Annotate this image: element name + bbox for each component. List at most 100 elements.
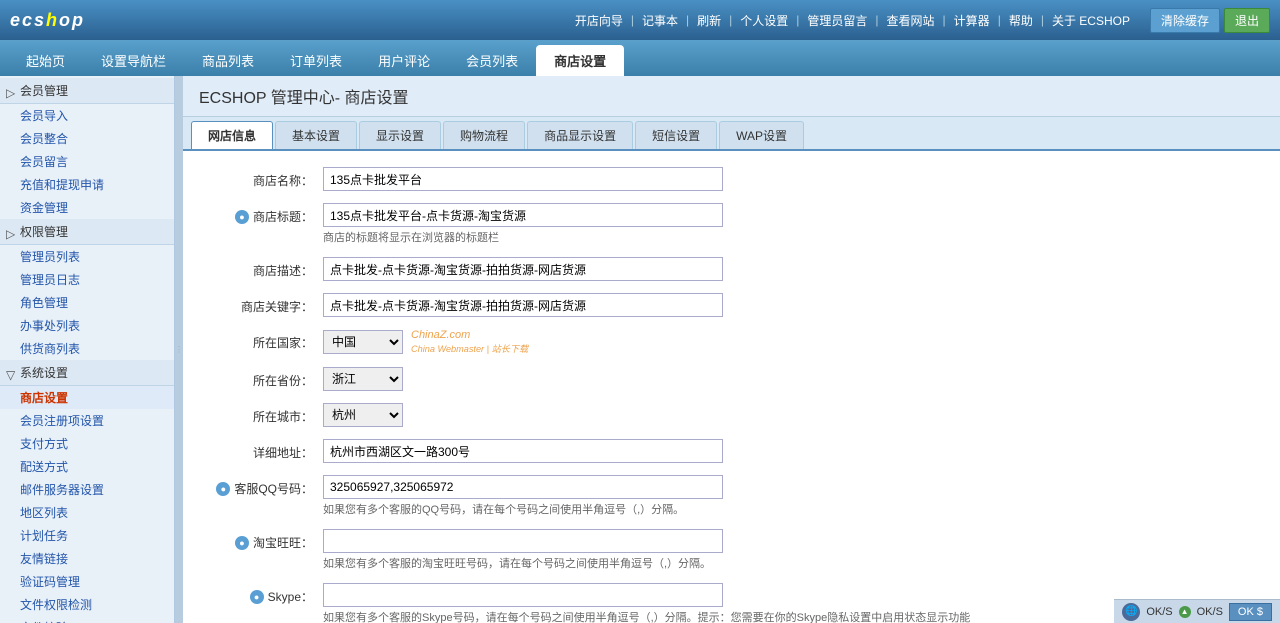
sidebar-item-fund-mgmt[interactable]: 资金管理 <box>0 196 174 219</box>
sub-tab-sms-settings[interactable]: 短信设置 <box>635 121 717 149</box>
input-shop-desc[interactable] <box>323 257 723 281</box>
form-row-shop-desc: 商店描述： <box>203 257 1260 281</box>
input-skype[interactable] <box>323 583 723 607</box>
sidebar-item-file-verify[interactable]: 文件校验 <box>0 616 174 623</box>
select-country[interactable]: 中国 <box>323 330 403 354</box>
sidebar-group-permission-mgmt[interactable]: ▷ 权限管理 <box>0 219 174 245</box>
form-row-shop-name: 商店名称： <box>203 167 1260 191</box>
sidebar-item-member-import[interactable]: 会员导入 <box>0 104 174 127</box>
label-shop-title: ● 商店标题： <box>203 203 323 225</box>
nav-tab-product-list[interactable]: 商品列表 <box>184 45 272 76</box>
sub-tab-shopping-flow[interactable]: 购物流程 <box>443 121 525 149</box>
sub-tab-shop-info[interactable]: 网店信息 <box>191 121 273 149</box>
hint-qq: 如果您有多个客服的QQ号码，请在每个号码之间使用半角逗号（,）分隔。 <box>323 501 723 517</box>
sidebar-group-member-mgmt[interactable]: ▷ 会员管理 <box>0 78 174 104</box>
content-header: ECSHOP 管理中心- 商店设置 <box>183 76 1280 117</box>
sidebar-item-role-mgmt[interactable]: 角色管理 <box>0 291 174 314</box>
sub-tab-product-display[interactable]: 商品显示设置 <box>527 121 633 149</box>
sidebar-item-captcha-mgmt[interactable]: 验证码管理 <box>0 570 174 593</box>
link-view-shop[interactable]: 查看网站 <box>883 10 939 31</box>
sub-tabs: 网店信息 基本设置 显示设置 购物流程 商品显示设置 短信设置 WAP设置 <box>183 117 1280 151</box>
label-city: 所在城市： <box>203 403 323 425</box>
form-row-shop-title: ● 商店标题： 商店的标题将显示在浏览器的标题栏 <box>203 203 1260 245</box>
sidebar-item-file-permission[interactable]: 文件权限检测 <box>0 593 174 616</box>
sidebar-item-office-list[interactable]: 办事处列表 <box>0 314 174 337</box>
label-country: 所在国家： <box>203 329 323 351</box>
link-personal-settings[interactable]: 个人设置 <box>736 10 792 31</box>
input-wangwang[interactable] <box>323 529 723 553</box>
form-row-wangwang: ● 淘宝旺旺： 如果您有多个客服的淘宝旺旺号码，请在每个号码之间使用半角逗号（,… <box>203 529 1260 571</box>
sidebar-item-member-messages[interactable]: 会员留言 <box>0 150 174 173</box>
sidebar-item-shop-settings[interactable]: 商店设置 <box>0 386 174 409</box>
nav-tab-order-list[interactable]: 订单列表 <box>272 45 360 76</box>
label-skype: ● Skype： <box>203 583 323 605</box>
content-area: ECSHOP 管理中心- 商店设置 网店信息 基本设置 显示设置 购物流程 商品… <box>183 76 1280 623</box>
top-links: 开店向导 | 记事本 | 刷新 | 个人设置 | 管理员留言 | 查看网站 | … <box>571 8 1270 33</box>
form-row-country: 所在国家： 中国 ChinaZ.comChina Webmaster | 站长下… <box>203 329 1260 355</box>
label-qq: ● 客服QQ号码： <box>203 475 323 497</box>
globe-icon: 🌐 <box>1122 603 1140 621</box>
nav-tab-members[interactable]: 会员列表 <box>448 45 536 76</box>
sub-tab-wap-settings[interactable]: WAP设置 <box>719 121 804 149</box>
sidebar-item-region-list[interactable]: 地区列表 <box>0 501 174 524</box>
up-arrow-icon: ▲ <box>1179 606 1191 618</box>
main-nav: 起始页 设置导航栏 商品列表 订单列表 用户评论 会员列表 商店设置 <box>0 40 1280 76</box>
form-row-qq: ● 客服QQ号码： 如果您有多个客服的QQ号码，请在每个号码之间使用半角逗号（,… <box>203 475 1260 517</box>
link-help[interactable]: 帮助 <box>1005 10 1037 31</box>
input-shop-name[interactable] <box>323 167 723 191</box>
resize-handle[interactable]: ⋮ <box>175 76 183 623</box>
sidebar-item-scheduled-tasks[interactable]: 计划任务 <box>0 524 174 547</box>
sub-tab-display-settings[interactable]: 显示设置 <box>359 121 441 149</box>
form-area: 商店名称： ● 商店标题： 商店的标题将显示在浏览器的标题栏 商店描述： <box>183 151 1280 623</box>
page-title: ECSHOP 管理中心- 商店设置 <box>199 90 409 107</box>
select-province[interactable]: 浙江 <box>323 367 403 391</box>
input-address[interactable] <box>323 439 723 463</box>
sidebar-item-admin-list[interactable]: 管理员列表 <box>0 245 174 268</box>
arrow-icon-3: ▽ <box>6 368 16 378</box>
sidebar-item-supplier-list[interactable]: 供货商列表 <box>0 337 174 360</box>
watermark-chinaz: ChinaZ.comChina Webmaster | 站长下载 <box>411 329 528 355</box>
hint-skype: 如果您有多个客服的Skype号码，请在每个号码之间使用半角逗号（,）分隔。提示：… <box>323 609 970 623</box>
link-open-guide[interactable]: 开店向导 <box>571 10 627 31</box>
label-wangwang: ● 淘宝旺旺： <box>203 529 323 551</box>
hint-shop-title: 商店的标题将显示在浏览器的标题栏 <box>323 229 723 245</box>
sidebar-item-mail-server[interactable]: 邮件服务器设置 <box>0 478 174 501</box>
input-shop-title[interactable] <box>323 203 723 227</box>
status-text-2: OK/S <box>1197 606 1223 618</box>
nav-tab-home[interactable]: 起始页 <box>8 45 83 76</box>
nav-tab-reviews[interactable]: 用户评论 <box>360 45 448 76</box>
sub-tab-basic-settings[interactable]: 基本设置 <box>275 121 357 149</box>
sidebar-item-friendly-links[interactable]: 友情链接 <box>0 547 174 570</box>
sidebar-item-member-integration[interactable]: 会员整合 <box>0 127 174 150</box>
link-calculator[interactable]: 计算器 <box>950 10 994 31</box>
nav-tab-shop-settings[interactable]: 商店设置 <box>536 45 624 76</box>
clear-cache-button[interactable]: 清除缓存 <box>1150 8 1220 33</box>
input-shop-keywords[interactable] <box>323 293 723 317</box>
form-row-shop-keywords: 商店关键字： <box>203 293 1260 317</box>
ok-button[interactable]: OK $ <box>1229 603 1272 621</box>
link-admin-messages[interactable]: 管理员留言 <box>803 10 871 31</box>
status-bar: 🌐 OK/S ▲ OK/S OK $ <box>1114 599 1280 623</box>
sidebar: ▷ 会员管理 会员导入 会员整合 会员留言 充值和提现申请 资金管理 ▷ 权限管… <box>0 76 175 623</box>
nav-tab-nav-settings[interactable]: 设置导航栏 <box>83 45 184 76</box>
form-row-skype: ● Skype： 如果您有多个客服的Skype号码，请在每个号码之间使用半角逗号… <box>203 583 1260 623</box>
top-bar: ecshop 开店向导 | 记事本 | 刷新 | 个人设置 | 管理员留言 | … <box>0 0 1280 40</box>
form-row-address: 详细地址： <box>203 439 1260 463</box>
sidebar-item-payment-methods[interactable]: 支付方式 <box>0 432 174 455</box>
sidebar-item-admin-log[interactable]: 管理员日志 <box>0 268 174 291</box>
link-refresh[interactable]: 刷新 <box>693 10 725 31</box>
exit-button[interactable]: 退出 <box>1224 8 1270 33</box>
sidebar-scroll: ▷ 会员管理 会员导入 会员整合 会员留言 充值和提现申请 资金管理 ▷ 权限管… <box>0 76 174 623</box>
sidebar-item-member-reg-settings[interactable]: 会员注册项设置 <box>0 409 174 432</box>
sidebar-item-recharge[interactable]: 充值和提现申请 <box>0 173 174 196</box>
sidebar-item-shipping-methods[interactable]: 配送方式 <box>0 455 174 478</box>
select-city[interactable]: 杭州 <box>323 403 403 427</box>
info-icon: ● <box>235 210 249 224</box>
layout: ▷ 会员管理 会员导入 会员整合 会员留言 充值和提现申请 资金管理 ▷ 权限管… <box>0 76 1280 623</box>
link-notepad[interactable]: 记事本 <box>638 10 682 31</box>
label-province: 所在省份： <box>203 367 323 389</box>
link-about[interactable]: 关于 ECSHOP <box>1048 10 1134 31</box>
input-qq[interactable] <box>323 475 723 499</box>
form-row-province: 所在省份： 浙江 <box>203 367 1260 391</box>
sidebar-group-system-settings[interactable]: ▽ 系统设置 <box>0 360 174 386</box>
